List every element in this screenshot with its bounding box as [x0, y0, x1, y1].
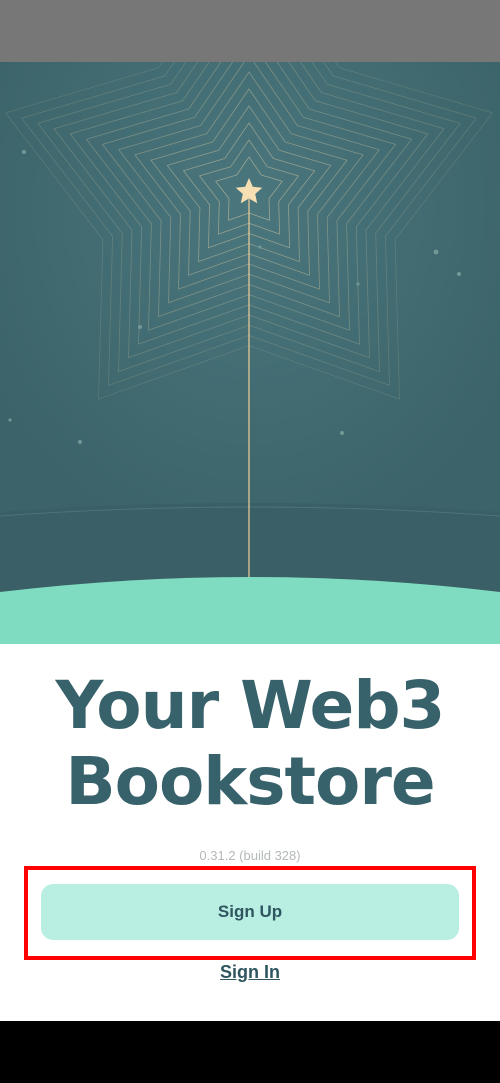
version-label: 0.31.2 (build 328) [199, 848, 301, 863]
status-bar [0, 0, 500, 62]
green-hill [0, 577, 500, 644]
app-headline: Your Web3 Bookstore [0, 668, 500, 820]
headline-line-2: Bookstore [65, 743, 435, 820]
hero-illustration [0, 62, 500, 644]
hero-artwork [0, 62, 500, 644]
navigation-bar [0, 1021, 500, 1083]
sign-in-link[interactable]: Sign In [0, 962, 500, 983]
sign-up-button[interactable]: Sign Up [41, 884, 459, 940]
headline-line-1: Your Web3 [55, 667, 446, 744]
